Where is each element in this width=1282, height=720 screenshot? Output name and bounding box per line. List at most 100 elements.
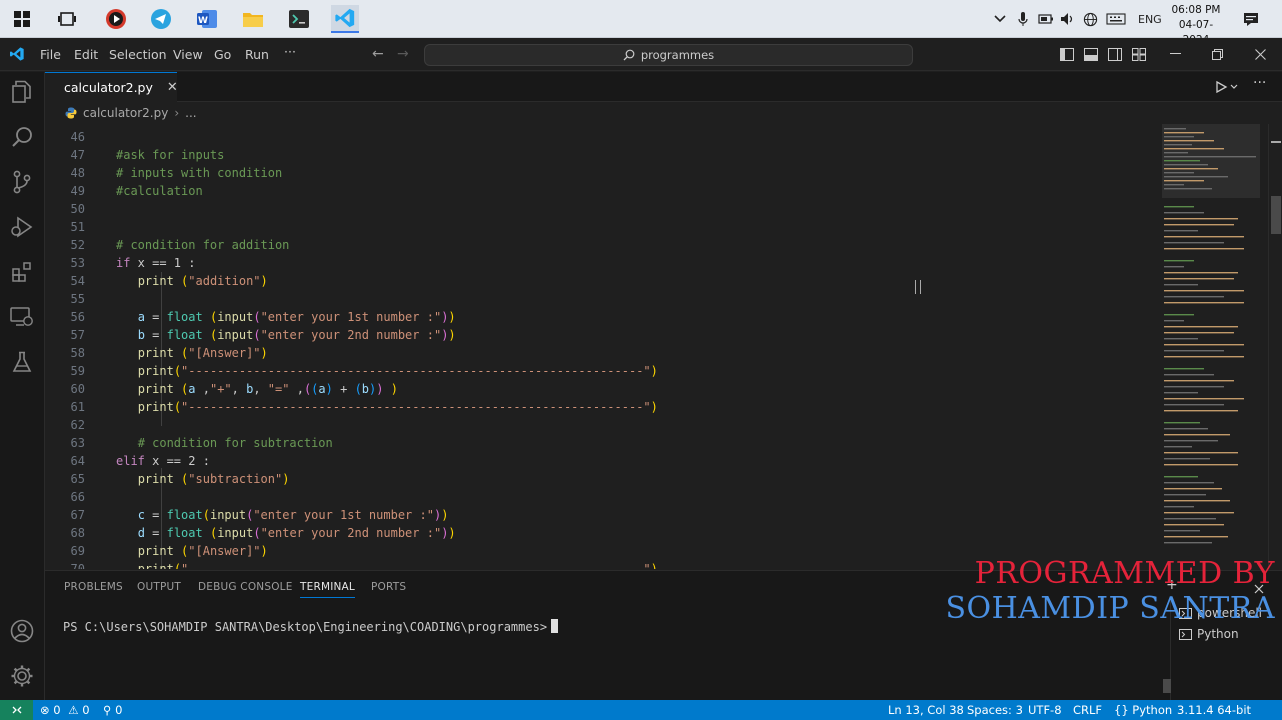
menu-file[interactable]: File: [40, 47, 61, 62]
toggle-primary-sidebar-icon[interactable]: [1057, 44, 1077, 64]
menu-edit[interactable]: Edit: [74, 47, 98, 62]
problems-status[interactable]: ⊗ 0 ⚠ 0: [40, 703, 90, 717]
file-explorer-icon[interactable]: [239, 5, 267, 33]
menu-run[interactable]: Run: [245, 47, 269, 62]
terminal-scrollbar-thumb[interactable]: [1163, 679, 1171, 693]
code-line: 63 # condition for subtraction: [70, 436, 333, 450]
radio-tower-icon: ⚲: [103, 703, 112, 717]
back-arrow-icon[interactable]: ←: [372, 46, 384, 62]
volume-icon[interactable]: [1060, 0, 1076, 38]
editor-scrollbar[interactable]: [1268, 124, 1282, 569]
breadcrumb: calculator2.py › ...: [45, 102, 1282, 124]
tab-output[interactable]: OUTPUT: [137, 581, 181, 593]
code-line: 52 # condition for addition: [70, 238, 290, 252]
terminal-app-icon[interactable]: [285, 5, 313, 33]
tab-calculator2[interactable]: calculator2.py ✕: [45, 72, 178, 102]
explorer-icon[interactable]: [9, 79, 35, 105]
media-player-icon[interactable]: [102, 5, 130, 33]
restore-icon[interactable]: [1207, 44, 1227, 64]
scrollbar-thumb[interactable]: [1271, 196, 1281, 234]
code-line: 59 print("------------------------------…: [70, 364, 658, 378]
python-file-icon: [65, 107, 77, 119]
search-icon: [623, 49, 635, 61]
tab-ports[interactable]: PORTS: [371, 581, 406, 593]
language-indicator[interactable]: ENG: [1138, 0, 1162, 38]
battery-icon[interactable]: [1038, 0, 1054, 38]
menu-selection[interactable]: Selection: [109, 47, 167, 62]
python-interpreter[interactable]: 3.11.4 64-bit: [1177, 703, 1251, 717]
task-view-icon[interactable]: [53, 5, 81, 33]
run-debug-icon[interactable]: [9, 214, 35, 240]
breadcrumb-file[interactable]: calculator2.py: [83, 106, 168, 120]
editor-more-actions-icon[interactable]: ···: [1253, 75, 1266, 91]
mouse-i-beam-cursor: [915, 280, 921, 294]
menu-more[interactable]: ···: [284, 44, 296, 59]
notifications-icon[interactable]: [1243, 0, 1259, 38]
manage-gear-icon[interactable]: [9, 663, 35, 689]
code-line: 61 print("------------------------------…: [70, 400, 658, 414]
tab-debug-console[interactable]: DEBUG CONSOLE: [198, 581, 293, 593]
command-center-search[interactable]: programmes: [424, 44, 913, 66]
microphone-icon[interactable]: [1018, 0, 1028, 38]
extensions-icon[interactable]: [9, 259, 35, 285]
globe-icon[interactable]: [1083, 0, 1098, 38]
code-line: 49 #calculation: [70, 184, 203, 198]
code-line: 66: [70, 490, 85, 504]
code-line: 62: [70, 418, 85, 432]
minimap[interactable]: [1160, 124, 1268, 569]
remote-explorer-icon[interactable]: [9, 304, 35, 330]
keyboard-icon[interactable]: [1106, 0, 1126, 38]
language-mode[interactable]: {} Python: [1114, 703, 1172, 717]
terminal-item-python[interactable]: Python: [1179, 627, 1239, 641]
word-icon[interactable]: W: [193, 5, 221, 33]
vscode-logo-icon: [9, 46, 25, 66]
source-control-icon[interactable]: [9, 169, 35, 195]
clock-time: 06:08 PM: [1171, 4, 1221, 16]
tab-label: calculator2.py: [64, 80, 153, 95]
code-line: 46: [70, 130, 85, 144]
code-line: 64 elif x == 2 :: [70, 454, 210, 468]
watermark-line-1: PROGRAMMED BY: [974, 556, 1275, 591]
terminal-icon: [1179, 628, 1192, 640]
scrollbar-cursor-marker: [1271, 141, 1281, 143]
account-icon[interactable]: [9, 618, 35, 644]
terminal-output[interactable]: PS C:\Users\SOHAMDIP SANTRA\Desktop\Engi…: [63, 619, 559, 634]
search-view-icon[interactable]: [9, 124, 35, 150]
vscode-taskbar-icon[interactable]: [331, 5, 359, 33]
eol-status[interactable]: CRLF: [1073, 703, 1102, 717]
breadcrumb-symbols[interactable]: ...: [185, 106, 196, 120]
status-bar: ⊗ 0 ⚠ 0 ⚲ 0 Ln 13, Col 38 Spaces: 3 UTF-…: [0, 700, 1282, 720]
tab-close-icon[interactable]: ✕: [167, 80, 178, 95]
tray-chevron-icon[interactable]: [994, 0, 1006, 38]
code-line: 55: [70, 292, 85, 306]
customize-layout-icon[interactable]: [1129, 44, 1149, 64]
menu-view[interactable]: View: [173, 47, 203, 62]
tab-terminal[interactable]: TERMINAL: [300, 581, 355, 598]
testing-flask-icon[interactable]: [9, 349, 35, 375]
windows-start-icon[interactable]: [8, 5, 36, 33]
svg-text:W: W: [198, 16, 208, 26]
tab-problems[interactable]: PROBLEMS: [64, 581, 123, 593]
code-line: 60 print (a ,"+", b, "=" ,((a) + (b)) ): [70, 382, 398, 396]
encoding-status[interactable]: UTF-8: [1028, 703, 1062, 717]
toggle-secondary-sidebar-icon[interactable]: [1105, 44, 1125, 64]
code-editor[interactable]: 46 47 #ask for inputs 48 # inputs with con…: [45, 124, 1160, 569]
toggle-panel-icon[interactable]: [1081, 44, 1101, 64]
terminal-cursor: [551, 619, 559, 633]
telegram-icon[interactable]: [147, 5, 175, 33]
code-line: 56 a = float (input("enter your 1st numb…: [70, 310, 456, 324]
forward-arrow-icon[interactable]: →: [397, 46, 409, 62]
title-bar: File Edit Selection View Go Run ··· ← → …: [0, 38, 1282, 71]
close-window-icon[interactable]: [1250, 44, 1270, 64]
minimap-preview: [1162, 124, 1260, 544]
code-line: 53 if x == 1 :: [70, 256, 196, 270]
remote-indicator-icon[interactable]: [0, 700, 33, 720]
indentation-status[interactable]: Spaces: 3: [967, 703, 1023, 717]
run-python-file-icon[interactable]: [1215, 79, 1239, 98]
code-line: 50: [70, 202, 85, 216]
menu-go[interactable]: Go: [214, 47, 231, 62]
minimize-icon[interactable]: [1165, 44, 1185, 64]
ports-status[interactable]: ⚲ 0: [103, 703, 122, 717]
cursor-position[interactable]: Ln 13, Col 38: [888, 703, 964, 717]
watermark-overlay: PROGRAMMED BY SOHAMDIP SANTRA: [925, 556, 1275, 626]
